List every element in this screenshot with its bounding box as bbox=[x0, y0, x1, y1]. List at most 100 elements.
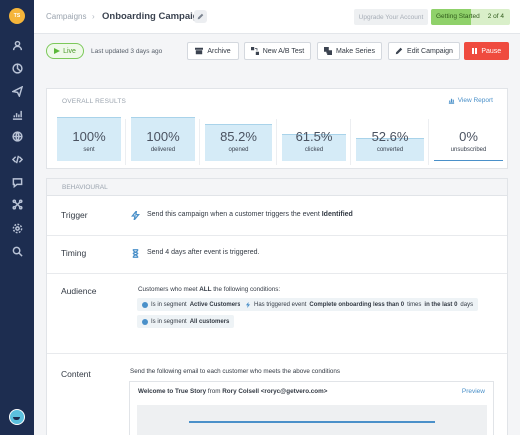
lightning-icon bbox=[245, 301, 251, 308]
email-from: Rory Colsell <roryc@getvero.com> bbox=[222, 388, 328, 395]
hourglass-icon bbox=[131, 249, 140, 258]
lightning-icon bbox=[131, 208, 140, 221]
archive-icon bbox=[195, 47, 204, 55]
metric-unsubscribed[interactable]: 0% unsubscribed bbox=[429, 117, 508, 167]
email-subject: Welcome to True Story bbox=[138, 388, 207, 395]
condition-times: times bbox=[407, 301, 422, 308]
audience-match-mode: ALL bbox=[199, 286, 212, 293]
metric-clicked[interactable]: 61.5% clicked bbox=[277, 117, 351, 167]
code-icon[interactable] bbox=[10, 152, 24, 166]
metric-sent[interactable]: 100% sent bbox=[52, 117, 126, 167]
metric-value: 100% bbox=[72, 129, 106, 144]
new-ab-test-button[interactable]: New A/B Test bbox=[244, 42, 311, 60]
metric-opened[interactable]: 85.2% opened bbox=[200, 117, 277, 167]
email-card[interactable]: Welcome to True Story from Rory Colsell … bbox=[129, 381, 494, 435]
live-status-badge: Live bbox=[46, 43, 84, 59]
metric-label: clicked bbox=[304, 147, 324, 153]
trigger-title: Trigger bbox=[61, 210, 88, 220]
user-icon[interactable] bbox=[10, 38, 24, 52]
segment-icon bbox=[142, 301, 148, 308]
metric-converted[interactable]: 52.6% converted bbox=[351, 117, 429, 167]
metric-value: 100% bbox=[146, 129, 180, 144]
email-from-label: from bbox=[207, 388, 221, 395]
metric-label: sent bbox=[83, 147, 95, 153]
metric-label: delivered bbox=[150, 147, 176, 153]
audience-title: Audience bbox=[61, 286, 97, 296]
behavioural-card: BEHAVIOURAL Trigger Send this campaign w… bbox=[46, 178, 508, 435]
top-header: Campaigns › Onboarding Campaign Upgrade … bbox=[34, 0, 520, 34]
edit-campaign-button[interactable]: Edit Campaign bbox=[388, 42, 460, 60]
trigger-text: Send this campaign when a customer trigg… bbox=[147, 211, 353, 218]
sidebar: TS bbox=[0, 0, 34, 435]
email-header-rule bbox=[189, 421, 435, 423]
settings-icon[interactable] bbox=[10, 221, 24, 235]
archive-button[interactable]: Archive bbox=[187, 42, 239, 60]
condition-prefix: Has triggered event bbox=[254, 301, 307, 308]
getting-started-progress[interactable]: Getting Started 2 of 4 bbox=[431, 9, 510, 25]
breadcrumb-separator: › bbox=[92, 12, 95, 21]
app-logo[interactable]: TS bbox=[9, 8, 25, 24]
metric-value: 61.5% bbox=[295, 129, 333, 144]
make-series-button[interactable]: Make Series bbox=[317, 42, 382, 60]
play-icon bbox=[54, 48, 61, 54]
getting-started-count: 2 of 4 bbox=[487, 13, 504, 20]
metric-value: 52.6% bbox=[371, 129, 409, 144]
edit-campaign-label: Edit Campaign bbox=[407, 47, 453, 55]
content-title: Content bbox=[61, 369, 91, 379]
condition-event: Complete onboarding less than 0 bbox=[309, 301, 405, 308]
last-updated-text: Last updated 3 days ago bbox=[91, 48, 163, 55]
audience-intro-prefix: Customers who meet bbox=[138, 286, 198, 293]
upgrade-account-button[interactable]: Upgrade Your Account bbox=[354, 9, 428, 25]
metric-label: opened bbox=[228, 147, 249, 153]
analytics-icon[interactable] bbox=[10, 107, 24, 121]
row-divider bbox=[47, 353, 507, 354]
pencil-icon bbox=[395, 47, 403, 55]
trigger-event: Identified bbox=[321, 211, 353, 218]
edit-title-button[interactable] bbox=[194, 10, 207, 23]
condition-prefix: Is in segment bbox=[151, 318, 187, 325]
email-preview-thumbnail bbox=[137, 405, 487, 435]
globe-icon[interactable] bbox=[10, 129, 24, 143]
metric-fill bbox=[434, 160, 503, 161]
timing-title: Timing bbox=[61, 248, 87, 258]
segment-condition-chip[interactable]: Is in segment All customers bbox=[137, 315, 235, 328]
row-divider bbox=[47, 235, 507, 236]
pause-label: Pause bbox=[481, 47, 502, 55]
chat-icon[interactable] bbox=[10, 175, 24, 189]
view-report-link[interactable]: View Report bbox=[448, 97, 493, 104]
segments-icon[interactable] bbox=[10, 61, 24, 75]
audience-intro: Customers who meet ALL the following con… bbox=[138, 286, 280, 293]
user-avatar[interactable] bbox=[9, 409, 25, 425]
event-condition-chip[interactable]: Has triggered event Complete onboarding … bbox=[240, 298, 479, 311]
preview-link[interactable]: Preview bbox=[462, 388, 485, 395]
content-text: Send the following email to each custome… bbox=[130, 368, 341, 375]
condition-suffix: days bbox=[460, 301, 474, 308]
search-icon[interactable] bbox=[10, 244, 24, 258]
segment-icon bbox=[142, 318, 148, 325]
segment-condition-chip[interactable]: Is in segment Active Customers bbox=[137, 298, 246, 311]
email-subject-line: Welcome to True Story from Rory Colsell … bbox=[138, 388, 327, 395]
page-title: Onboarding Campaign bbox=[102, 11, 205, 22]
metric-label: unsubscribed bbox=[450, 147, 487, 153]
row-divider bbox=[47, 273, 507, 274]
series-icon bbox=[324, 47, 333, 55]
ab-test-label: New A/B Test bbox=[262, 47, 305, 55]
metric-value: 0% bbox=[459, 129, 478, 144]
pause-icon bbox=[471, 48, 478, 54]
audience-intro-suffix: the following conditions: bbox=[213, 286, 281, 293]
condition-prefix: Is in segment bbox=[151, 301, 187, 308]
archive-label: Archive bbox=[207, 47, 231, 55]
pause-button[interactable]: Pause bbox=[464, 42, 509, 60]
report-icon bbox=[448, 98, 454, 104]
campaigns-icon[interactable] bbox=[10, 84, 24, 98]
integrations-icon[interactable] bbox=[10, 197, 24, 211]
breadcrumb-campaigns[interactable]: Campaigns bbox=[46, 12, 86, 21]
condition-range: in the last 0 bbox=[424, 301, 458, 308]
timing-text: Send 4 days after event is triggered. bbox=[147, 249, 260, 256]
live-label: Live bbox=[63, 47, 76, 55]
metric-delivered[interactable]: 100% delivered bbox=[126, 117, 200, 167]
behavioural-heading: BEHAVIOURAL bbox=[62, 184, 108, 191]
metric-label: converted bbox=[376, 147, 404, 153]
ab-test-icon bbox=[250, 47, 259, 55]
pencil-icon bbox=[197, 13, 204, 20]
